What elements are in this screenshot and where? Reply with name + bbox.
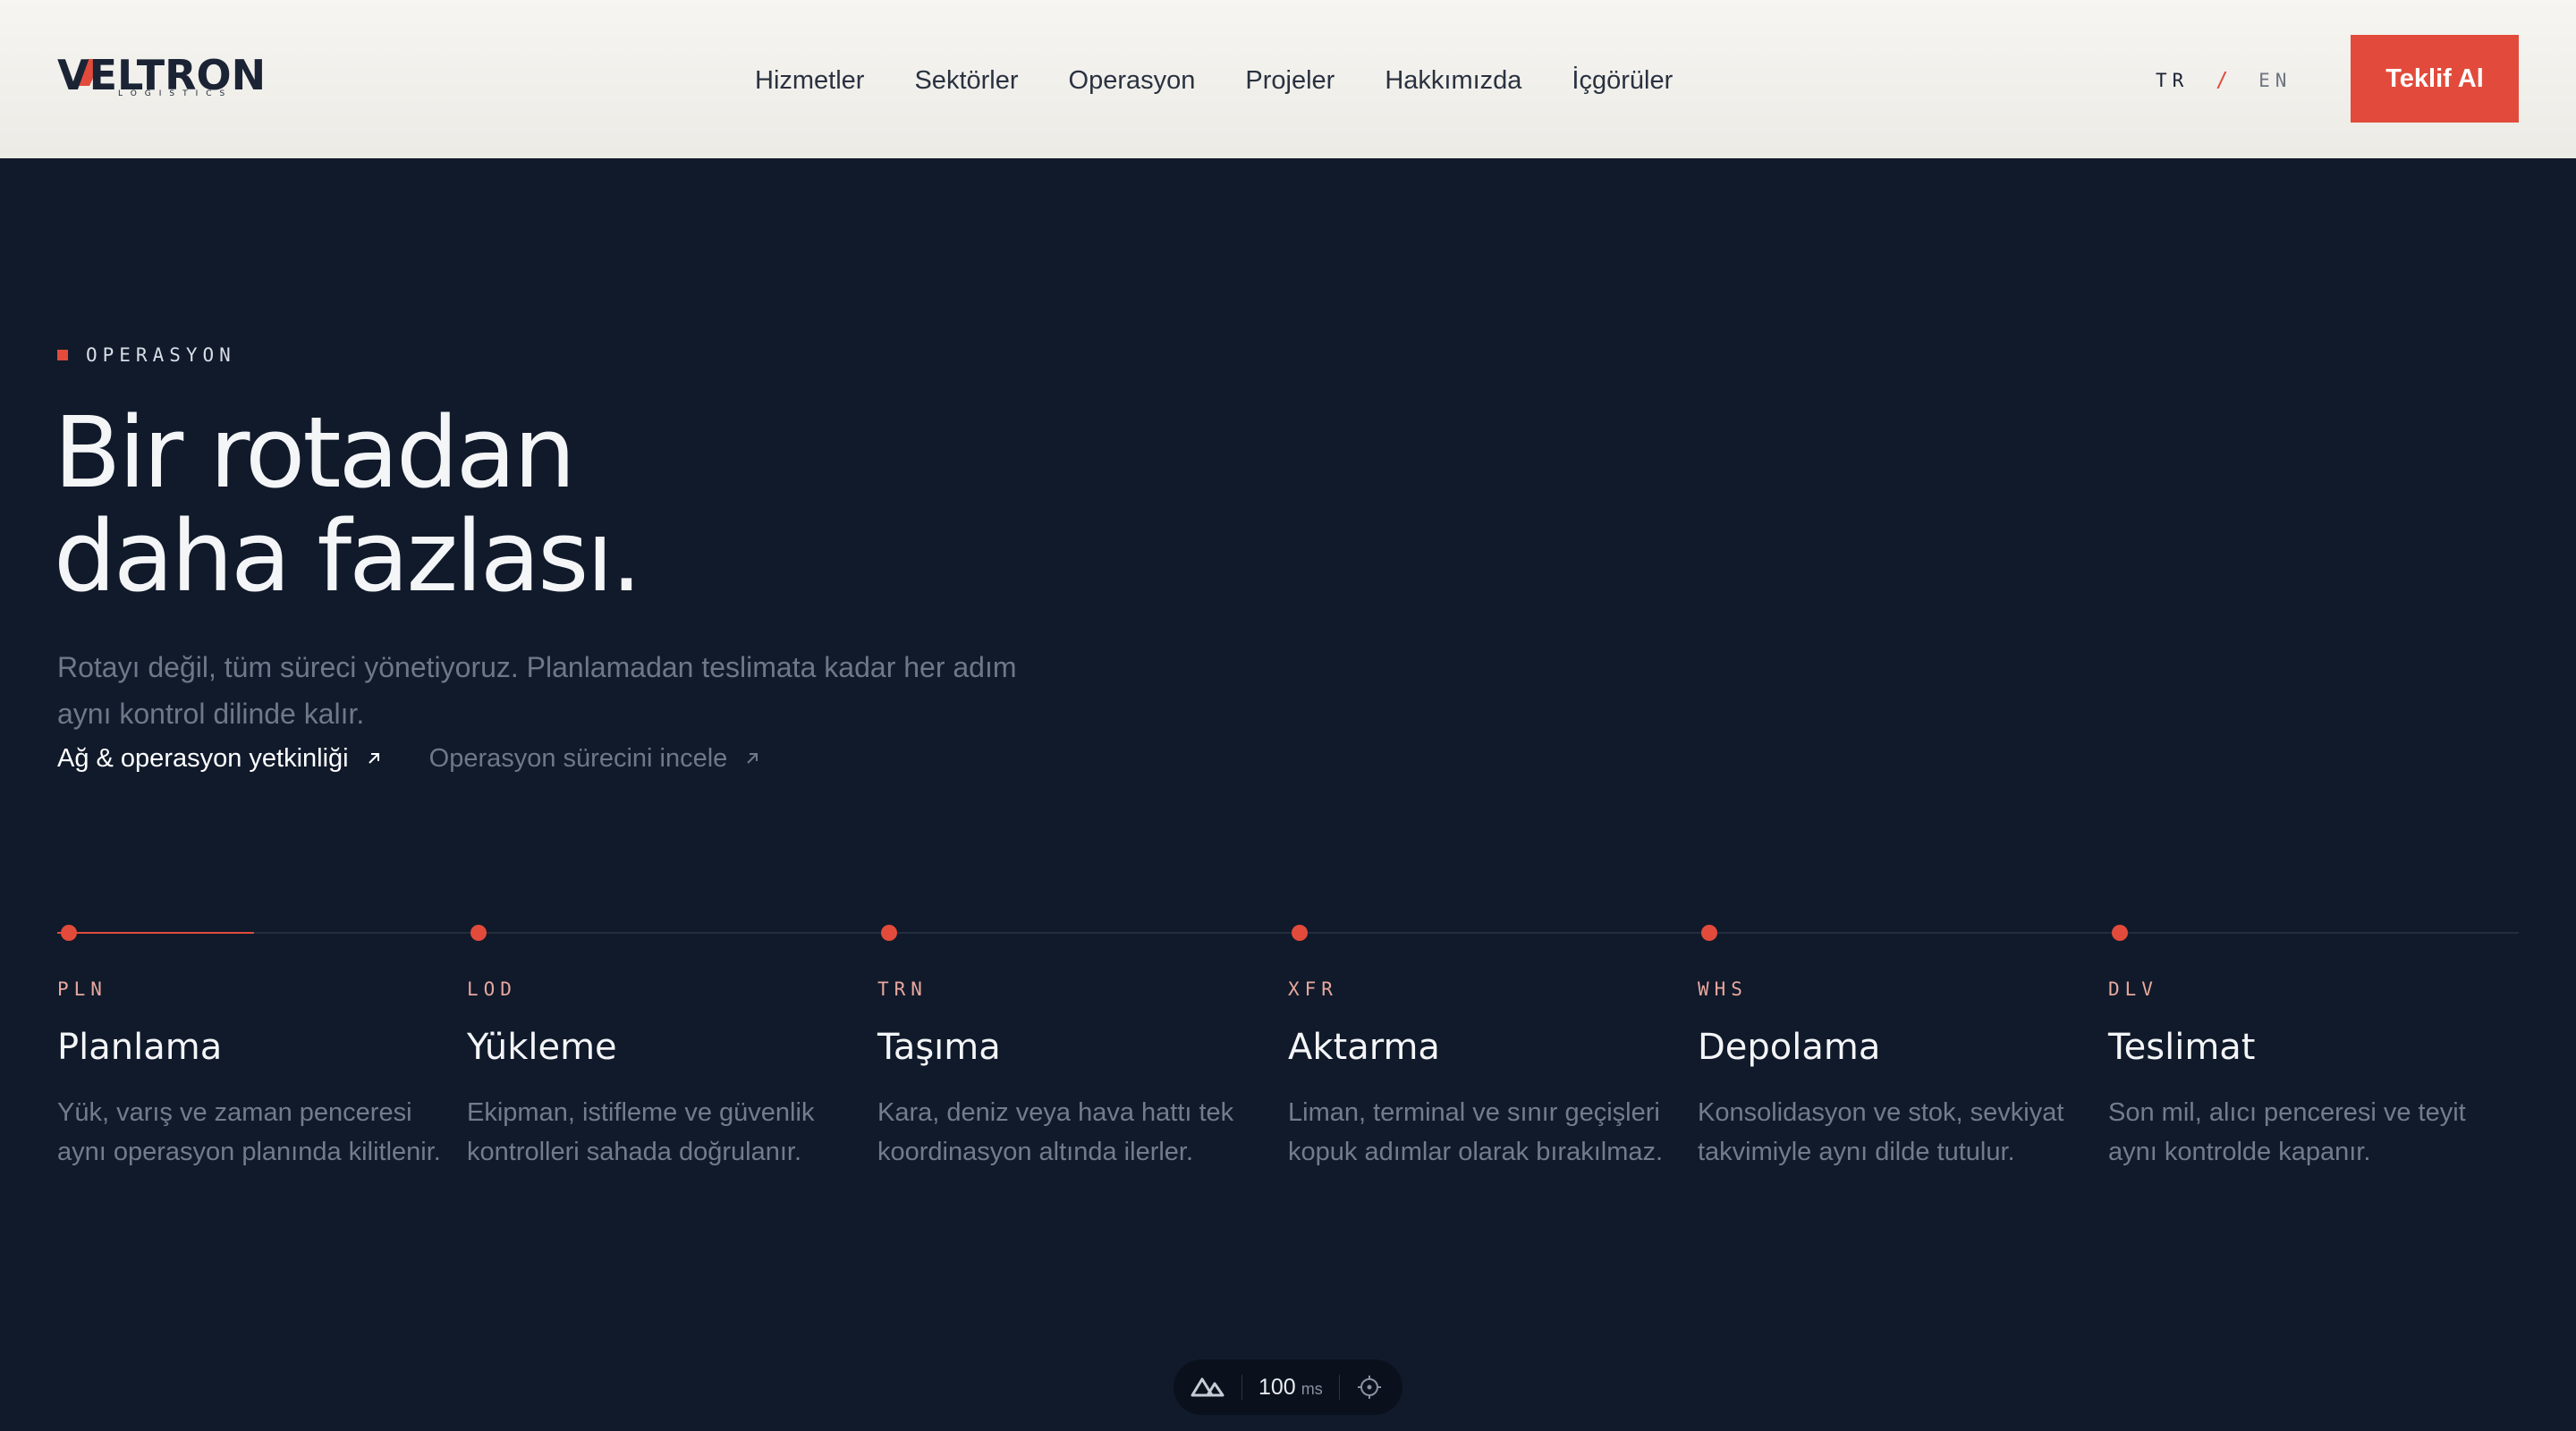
step-marker-dot — [881, 925, 897, 941]
eyebrow-square-icon — [57, 350, 68, 360]
logo-tagline: LOGISTICS — [118, 89, 233, 98]
step-code: LOD — [467, 978, 517, 1000]
devbar-divider — [1241, 1375, 1242, 1400]
devbar-divider — [1338, 1375, 1340, 1400]
review-process-link[interactable]: Operasyon sürecini incele — [429, 744, 762, 774]
hero-lead: Rotayı değil, tüm süreci yönetiyoruz. Pl… — [57, 651, 1017, 730]
step-code: TRN — [877, 978, 928, 1000]
step-title: Depolama — [1698, 1027, 1881, 1068]
step-title: Aktarma — [1288, 1027, 1440, 1068]
get-quote-button[interactable]: Teklif Al — [2351, 35, 2519, 123]
nav-item-operasyon[interactable]: Operasyon — [1069, 59, 1196, 102]
step-marker-dot — [1292, 925, 1308, 941]
section-eyebrow: OPERASYON — [57, 343, 236, 368]
arrow-up-right-icon — [368, 753, 379, 764]
step-description: Yük, varış ve zaman penceresi aynı opera… — [57, 1098, 441, 1166]
step-code: XFR — [1288, 978, 1338, 1000]
step-marker-dot — [61, 925, 77, 941]
render-time-readout: 100 ms — [1258, 1375, 1323, 1401]
crosshair-icon[interactable] — [1356, 1374, 1383, 1401]
step-description: Liman, terminal ve sınır geçişleri kopuk… — [1288, 1098, 1664, 1166]
headline-line-1: Bir rotadan — [54, 395, 576, 510]
step-description: Ekipman, istifleme ve güvenlik kontrolle… — [467, 1098, 815, 1166]
eyebrow-label: OPERASYON — [86, 344, 236, 366]
page-title: Bir rotadan daha fazlası. — [54, 401, 1038, 608]
step-marker-dot — [2112, 925, 2128, 941]
step-title: Yükleme — [467, 1027, 617, 1068]
step-description: Son mil, alıcı penceresi ve teyit aynı k… — [2108, 1098, 2466, 1166]
nav-item-icgoruler[interactable]: İçgörüler — [1572, 59, 1673, 102]
nav-item-projeler[interactable]: Projeler — [1245, 59, 1335, 102]
step-code: WHS — [1698, 978, 1748, 1000]
network-capability-label: Ağ & operasyon yetkinliği — [57, 743, 349, 773]
main-nav: Hizmetler Sektörler Operasyon Projeler H… — [755, 59, 1673, 102]
step-title: Taşıma — [877, 1027, 1001, 1068]
lang-tr-option[interactable]: TR — [2156, 70, 2189, 91]
site-header: VELTRON LOGISTICS Hizmetler Sektörler Op… — [0, 0, 2576, 158]
nav-item-hizmetler[interactable]: Hizmetler — [755, 59, 864, 102]
veltron-logo[interactable]: VELTRON LOGISTICS — [57, 52, 295, 106]
arrow-up-right-icon — [747, 753, 758, 764]
review-process-label: Operasyon sürecini incele — [428, 743, 728, 773]
dev-tools-badge[interactable]: 100 ms — [1174, 1359, 1402, 1415]
render-time-unit: ms — [1301, 1379, 1323, 1398]
step-title: Teslimat — [2108, 1027, 2256, 1068]
nav-item-hakkimizda[interactable]: Hakkımızda — [1385, 59, 1521, 102]
network-capability-link[interactable]: Ağ & operasyon yetkinliği — [57, 744, 383, 774]
hero-links: Ağ & operasyon yetkinliği Operasyon süre… — [57, 739, 761, 778]
nuxt-logo-icon[interactable] — [1190, 1376, 1225, 1399]
step-description: Konsolidasyon ve stok, sevkiyat takvimiy… — [1698, 1098, 2064, 1166]
step-marker-dot — [470, 925, 487, 941]
render-time-value: 100 — [1258, 1374, 1296, 1400]
step-code: DLV — [2108, 978, 2158, 1000]
headline-line-2: daha fazlası. — [54, 499, 642, 614]
timeline-track — [57, 932, 2519, 934]
nav-item-sektorler[interactable]: Sektörler — [914, 59, 1018, 102]
lang-separator: / — [2216, 69, 2229, 92]
timeline-progress-bar — [57, 932, 254, 934]
lang-en-option[interactable]: EN — [2258, 70, 2292, 91]
language-switcher: TR / EN — [2156, 64, 2292, 97]
step-marker-dot — [1701, 925, 1717, 941]
step-code: PLN — [57, 978, 107, 1000]
step-description: Kara, deniz veya hava hattı tek koordina… — [877, 1098, 1234, 1166]
step-title: Planlama — [57, 1027, 223, 1068]
